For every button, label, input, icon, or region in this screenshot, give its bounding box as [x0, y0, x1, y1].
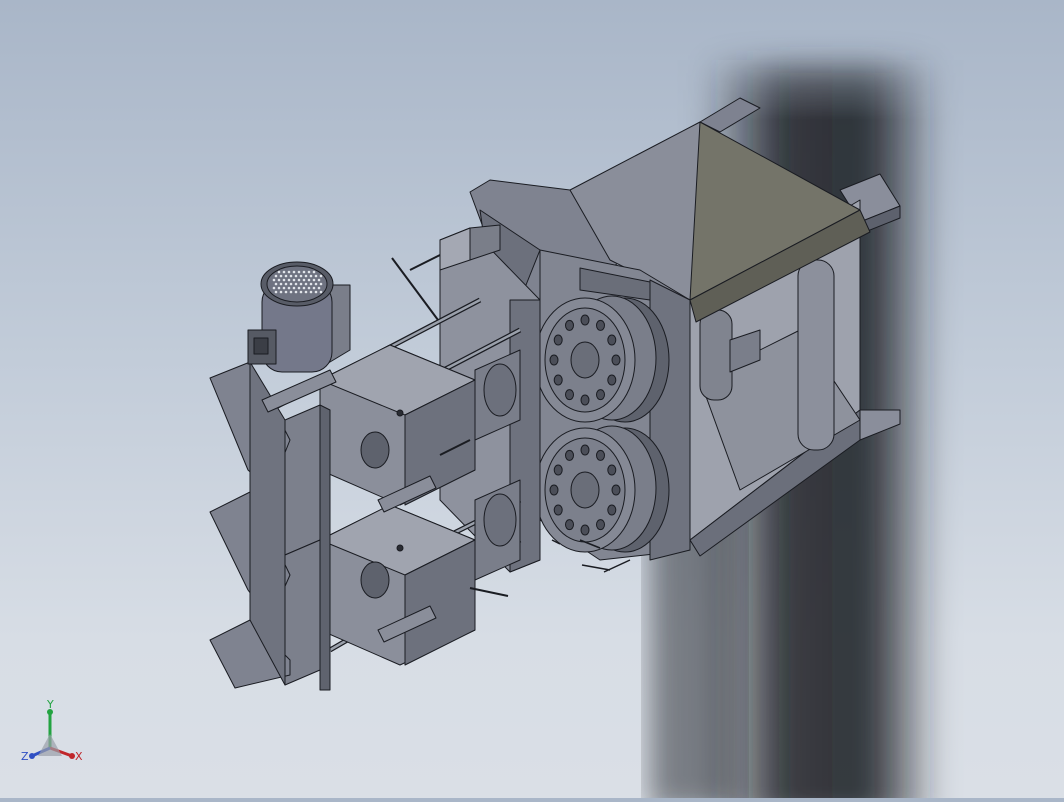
assembly-model[interactable] [0, 0, 1064, 802]
grill-hole [312, 270, 316, 274]
grill-hole [299, 290, 303, 294]
grill-hole [277, 278, 281, 282]
coordinate-triad: Y X Z [21, 700, 83, 763]
die-hole [607, 504, 617, 516]
die-hole [596, 319, 605, 331]
die-hole [549, 354, 559, 366]
grill-hole [274, 282, 278, 286]
drive-motor[interactable] [247, 261, 351, 373]
grill-hole [287, 278, 291, 282]
grill-hole [309, 274, 313, 278]
grill-hole [319, 274, 323, 278]
grill-hole [312, 278, 316, 282]
die-hole [565, 449, 574, 461]
grill-hole [284, 282, 288, 286]
grill-hole [307, 278, 311, 282]
grill-hole [289, 282, 293, 286]
grill-hole [292, 270, 296, 274]
die-hole [607, 334, 617, 346]
grill-hole [299, 274, 303, 278]
grill-hole [289, 274, 293, 278]
grill-hole [314, 274, 318, 278]
grill-hole [289, 290, 293, 294]
die-hole [553, 504, 563, 516]
grill-hole [319, 290, 323, 294]
z-axis-label: Z [21, 750, 29, 763]
grill-hole [309, 290, 313, 294]
grill-hole [279, 282, 283, 286]
die-hole [580, 314, 590, 326]
die-hole [565, 389, 574, 401]
grill-hole [302, 278, 306, 282]
grill-hole [319, 282, 323, 286]
grill-hole [294, 290, 298, 294]
grill-hole [287, 286, 291, 290]
grill-hole [277, 286, 281, 290]
die-hole [553, 334, 563, 346]
grill-hole [282, 278, 286, 282]
grill-hole [272, 278, 276, 282]
die-hole [580, 444, 590, 456]
die-hole [596, 449, 605, 461]
grill-hole [292, 286, 296, 290]
grill-hole [284, 274, 288, 278]
die-hole [596, 519, 605, 531]
3d-viewport[interactable] [0, 0, 1064, 802]
die-hole [580, 524, 590, 536]
grill-hole [272, 286, 276, 290]
die-hole [580, 394, 590, 406]
grill-hole [299, 282, 303, 286]
grill-hole [274, 274, 278, 278]
support-column [797, 259, 835, 451]
die-hole [611, 354, 621, 366]
grill-hole [307, 286, 311, 290]
grill-hole [314, 282, 318, 286]
grill-hole [279, 290, 283, 294]
grill-hole [304, 290, 308, 294]
grill-hole [312, 286, 316, 290]
grill-hole [297, 286, 301, 290]
die-hole [549, 484, 559, 496]
lower-carriage[interactable] [319, 479, 521, 666]
die-hole [553, 374, 563, 386]
grill-hole [282, 286, 286, 290]
x-axis-label: X [75, 750, 83, 763]
grill-hole [292, 278, 296, 282]
grill-hole [279, 274, 283, 278]
grill-hole [274, 290, 278, 294]
die-hole [596, 389, 605, 401]
grill-hole [309, 282, 313, 286]
die-hole [565, 319, 574, 331]
y-axis-label: Y [46, 700, 54, 711]
grill-hole [287, 270, 291, 274]
grill-hole [307, 270, 311, 274]
grill-hole [294, 282, 298, 286]
grill-hole [304, 282, 308, 286]
grill-hole [314, 290, 318, 294]
grill-hole [302, 286, 306, 290]
die-hole [611, 484, 621, 496]
grill-hole [277, 270, 281, 274]
grill-hole [284, 290, 288, 294]
grill-hole [297, 270, 301, 274]
die-hole [553, 464, 563, 476]
grill-hole [317, 286, 321, 290]
grill-hole [282, 270, 286, 274]
grill-hole [317, 278, 321, 282]
grill-hole [297, 278, 301, 282]
grill-hole [304, 274, 308, 278]
die-hole [565, 519, 574, 531]
die-hole [607, 464, 617, 476]
support-column [699, 309, 733, 401]
grill-hole [302, 270, 306, 274]
grill-hole [294, 274, 298, 278]
die-hole [607, 374, 617, 386]
